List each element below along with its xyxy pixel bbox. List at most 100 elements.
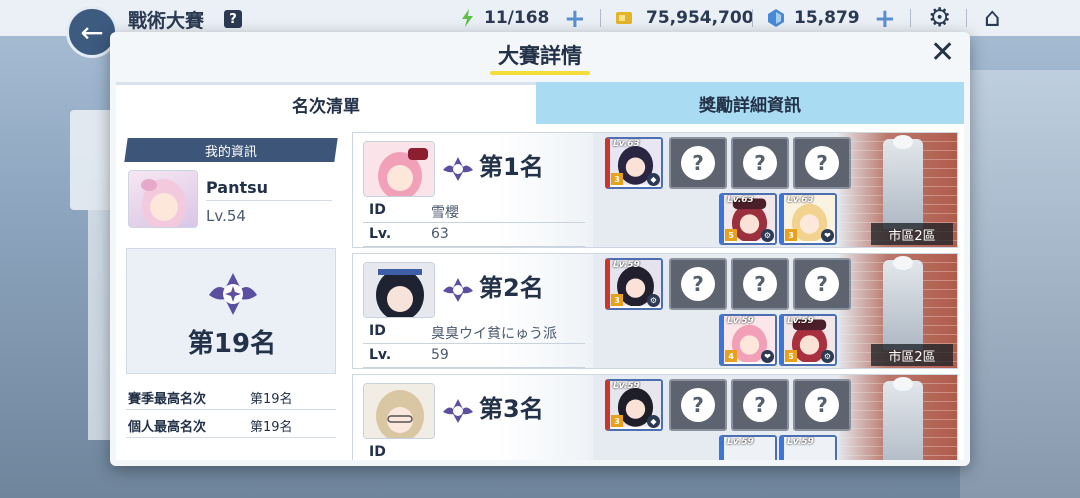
tab-content: 我的資訊 Pantsu Lv.54 第19名 賽季最高名次 第19名 個人最高名… [116, 124, 964, 460]
shield-icon: ◆ [647, 173, 660, 186]
close-icon[interactable]: ✕ [930, 38, 955, 68]
empty-slot[interactable]: ? [669, 137, 727, 189]
rank-emblem-icon [443, 278, 473, 302]
rank-place: 第3名 [479, 395, 544, 423]
region-label: 市區2區 [871, 344, 953, 366]
question-icon: ? [805, 267, 839, 301]
gem-icon [768, 9, 784, 27]
my-info-header: 我的資訊 [124, 138, 338, 162]
ranking-card-3[interactable]: 第3名 ID Lv.59 3 ◆ ? ? ? Lv.59 Lv.59 [352, 374, 958, 460]
avatar [363, 141, 435, 197]
rank-emblem-icon [209, 273, 257, 315]
shield-icon: ◆ [647, 415, 660, 428]
id-row: ID 臭臭ウイ貧にゅう派 [363, 320, 585, 344]
personal-best-label: 個人最高名次 [128, 420, 207, 435]
special-slot[interactable]: Lv.59 [779, 435, 837, 460]
striker-slot[interactable]: Lv.59 3 ⚙ [605, 258, 663, 310]
empty-slot[interactable]: ? [669, 258, 727, 310]
special-slot[interactable]: Lv.59 [719, 435, 777, 460]
ranking-card-1[interactable]: 第1名 ID 雪櫻 Lv. 63 市區2區 Lv.63 3 ◆ ? ? ? Lv… [352, 132, 958, 248]
player-id: 臭臭ウイ貧にゅう派 [431, 326, 557, 342]
level-row: Lv. 63 [363, 223, 585, 247]
tournament-details-modal: 大賽詳情 ✕ 名次清單 獎勵詳細資訊 我的資訊 Pantsu Lv.54 第19… [110, 32, 970, 466]
gems-value: 15,879 [794, 8, 860, 28]
empty-slot[interactable]: ? [793, 137, 851, 189]
title-underline [490, 71, 590, 75]
season-best-label: 賽季最高名次 [128, 392, 207, 407]
tab-reward-details[interactable]: 獎勵詳細資訊 [536, 82, 964, 124]
player-level: 63 [431, 226, 449, 242]
screen-title: 戰術大賽 [128, 10, 205, 32]
team-lineup: 市區2區 Lv.63 3 ◆ ? ? ? Lv.63 5 ⚙ Lv.63 3 ❤ [593, 133, 957, 247]
divider [600, 9, 601, 27]
empty-slot[interactable]: ? [731, 137, 789, 189]
my-rank: 第19名 [187, 329, 277, 359]
player-id: 雪櫻 [431, 205, 459, 221]
striker-slot[interactable]: Lv.63 3 ◆ [605, 137, 663, 189]
question-icon: ? [743, 267, 777, 301]
question-icon: ? [681, 146, 715, 180]
help-icon[interactable]: ? [224, 10, 242, 28]
special-slot[interactable]: Lv.59 5 ⚙ [779, 314, 837, 366]
gear-icon: ⚙ [647, 294, 660, 307]
question-icon: ? [743, 146, 777, 180]
gear-icon[interactable]: ⚙ [928, 3, 951, 33]
add-gems-button[interactable]: + [874, 4, 896, 34]
empty-slot[interactable]: ? [731, 379, 789, 431]
credits-value: 75,954,700 [646, 8, 754, 28]
id-row: ID 雪櫻 [363, 199, 585, 223]
rank-emblem-icon [443, 157, 473, 181]
team-lineup: 市區2區 Lv.59 3 ⚙ ? ? ? Lv.59 4 ❤ Lv.59 5 ⚙ [593, 254, 957, 368]
home-icon[interactable]: ⌂ [984, 3, 1001, 33]
divider [752, 9, 753, 27]
personal-best-value: 第19名 [250, 420, 293, 435]
avatar [128, 170, 198, 228]
avatar [363, 383, 435, 439]
gear-icon: ⚙ [821, 350, 834, 363]
question-icon: ? [805, 146, 839, 180]
background-city [960, 70, 1080, 498]
divider [910, 9, 911, 27]
striker-slot[interactable]: Lv.59 3 ◆ [605, 379, 663, 431]
rank-emblem-icon [443, 399, 473, 423]
empty-slot[interactable]: ? [669, 379, 727, 431]
heart-icon: ❤ [761, 350, 774, 363]
gear-icon: ⚙ [761, 229, 774, 242]
empty-slot[interactable]: ? [793, 258, 851, 310]
question-icon: ? [805, 388, 839, 422]
id-row: ID [363, 441, 585, 460]
player-level: 59 [431, 347, 449, 363]
divider [966, 9, 967, 27]
rank-place: 第1名 [479, 153, 544, 181]
tower-image [883, 135, 923, 229]
ranking-list[interactable]: 第1名 ID 雪櫻 Lv. 63 市區2區 Lv.63 3 ◆ ? ? ? Lv… [352, 132, 958, 460]
question-icon: ? [743, 388, 777, 422]
special-slot[interactable]: Lv.63 3 ❤ [779, 193, 837, 245]
empty-slot[interactable]: ? [793, 379, 851, 431]
question-icon: ? [681, 267, 715, 301]
card-info: 第2名 ID 臭臭ウイ貧にゅう派 Lv. 59 [353, 254, 593, 368]
special-slot[interactable]: Lv.63 5 ⚙ [719, 193, 777, 245]
special-slot[interactable]: Lv.59 4 ❤ [719, 314, 777, 366]
divider [206, 200, 332, 201]
question-icon: ? [681, 388, 715, 422]
personal-best-row: 個人最高名次 第19名 [126, 412, 336, 438]
add-stamina-button[interactable]: + [564, 4, 586, 34]
team-lineup: Lv.59 3 ◆ ? ? ? Lv.59 Lv.59 [593, 375, 957, 460]
ranking-card-2[interactable]: 第2名 ID 臭臭ウイ貧にゅう派 Lv. 59 市區2區 Lv.59 3 ⚙ ?… [352, 253, 958, 369]
tab-bar: 名次清單 獎勵詳細資訊 [116, 82, 964, 124]
region-label: 市區2區 [871, 223, 953, 245]
tab-ranking-list[interactable]: 名次清單 [116, 82, 536, 124]
season-best-row: 賽季最高名次 第19名 [126, 384, 336, 410]
rank-place: 第2名 [479, 274, 544, 302]
player-level: Lv.54 [206, 207, 246, 225]
card-info: 第3名 ID [353, 375, 593, 460]
season-best-value: 第19名 [250, 392, 293, 407]
arrow-left-icon: ← [80, 15, 104, 49]
my-rank-box: 第19名 [126, 248, 336, 374]
empty-slot[interactable]: ? [731, 258, 789, 310]
avatar [363, 262, 435, 318]
stamina-value: 11/168 [484, 8, 550, 28]
modal-title: 大賽詳情 [498, 44, 582, 68]
tower-image [883, 256, 923, 350]
